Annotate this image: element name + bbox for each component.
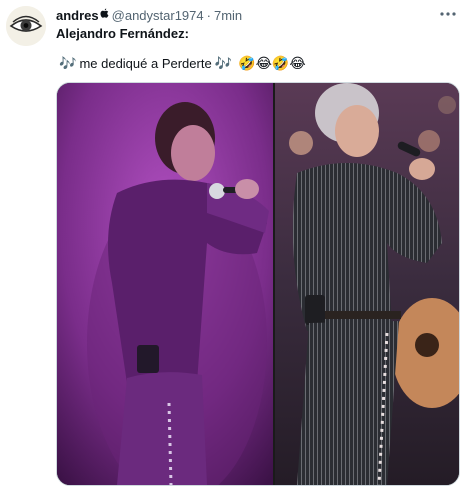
musical-notes-icon-2: 🎶 [214, 55, 233, 71]
post-text-line2: 🎶 me dediqué a Perderte 🎶 🤣😂🤣😂 [56, 55, 306, 72]
eye-avatar-icon [6, 6, 46, 46]
apple-badge-icon [100, 8, 109, 22]
post-photo-collage [57, 83, 459, 485]
meta-separator: · [206, 7, 211, 23]
musical-notes-icon: 🎶 [59, 55, 77, 71]
post-time[interactable]: 7min [214, 8, 242, 23]
post-text-line1: Alejandro Fernández: [56, 26, 189, 41]
author-handle[interactable]: @andystar1974 [112, 8, 204, 23]
laughing-emojis: 🤣😂🤣😂 [238, 55, 306, 71]
post-text-lyric: me dediqué a Perderte [79, 56, 212, 71]
post-media[interactable] [56, 82, 460, 486]
author-name[interactable]: andres [56, 8, 99, 23]
right-photo [275, 83, 459, 485]
more-horizontal-icon[interactable] [438, 4, 458, 24]
left-photo [57, 83, 274, 485]
avatar[interactable] [6, 6, 46, 46]
post-header: andres @andystar1974 · 7min [56, 7, 454, 23]
